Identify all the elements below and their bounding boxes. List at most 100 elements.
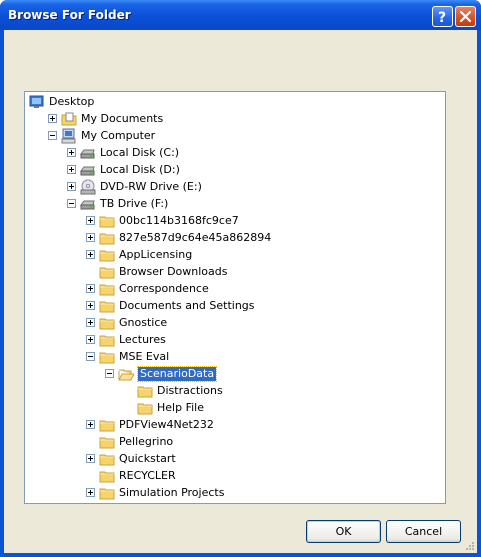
tree-item[interactable]: 827e587d9c64e45a862894 [86, 230, 445, 246]
tree-item-label: DVD-RW Drive (E:) [100, 180, 202, 193]
folder-icon [99, 471, 115, 483]
tree-item-label: My Documents [81, 112, 164, 125]
folder-icon [99, 352, 115, 364]
tree-item[interactable]: My Computer [48, 128, 428, 144]
tree-item[interactable]: Local Disk (C:) [67, 145, 445, 161]
folder-icon [137, 386, 153, 398]
expand-icon[interactable] [86, 216, 95, 225]
tree-item-label: PDFView4Net232 [119, 418, 214, 431]
tree-item-label: MSE Eval [119, 350, 170, 363]
close-button[interactable] [455, 6, 476, 27]
expand-icon[interactable] [48, 114, 57, 123]
folder-icon [99, 335, 115, 347]
tree-item-label: Gnostice [119, 316, 168, 329]
help-button[interactable]: ? [432, 6, 453, 27]
tree-item[interactable]: TB Drive (F:) [67, 196, 445, 212]
tree-item-label: Browser Downloads [119, 265, 228, 278]
tree-item-label: Lectures [119, 333, 166, 346]
svg-text:?: ? [438, 10, 446, 26]
tree-item[interactable]: Correspondence [86, 281, 445, 297]
drive-icon [80, 200, 95, 210]
folder-icon [99, 488, 115, 500]
tree-item-label: Desktop [49, 95, 95, 108]
tree-item[interactable]: AppLicensing [86, 247, 445, 263]
expand-icon[interactable] [86, 284, 95, 293]
tree-item[interactable]: Simulation Projects [86, 485, 445, 501]
tree-item[interactable]: PDFView4Net232 [86, 417, 445, 433]
resize-grip-icon[interactable] [465, 541, 475, 551]
computer-icon [61, 128, 76, 144]
desktop-icon [29, 95, 44, 108]
tree-item[interactable]: MSE Eval [86, 349, 445, 365]
tree-item-label: Local Disk (D:) [100, 163, 180, 176]
tree-item[interactable]: DVD-RW Drive (E:) [67, 179, 445, 195]
tree-item[interactable]: 00bc114b3168fc9ce7 [86, 213, 445, 229]
folder-icon [99, 420, 115, 432]
folder-icon [99, 216, 115, 228]
tree-item[interactable]: Lectures [86, 332, 445, 348]
tree-item[interactable]: My Documents [48, 111, 428, 127]
open-folder-icon [118, 369, 134, 381]
expand-icon[interactable] [86, 335, 95, 344]
tree-item-label: Correspondence [119, 282, 209, 295]
tree-item-label: 00bc114b3168fc9ce7 [119, 214, 239, 227]
expand-icon[interactable] [86, 318, 95, 327]
tree-item[interactable]: Help File [124, 400, 445, 416]
tree-item[interactable]: Pellegrino [86, 434, 445, 450]
tree-item-label: Simulation Projects [119, 486, 225, 499]
expand-icon[interactable] [86, 250, 95, 259]
folder-icon [99, 267, 115, 279]
tree-item-label: Documents and Settings [119, 299, 255, 312]
folder-icon [99, 318, 115, 330]
tree-item-label: TB Drive (F:) [100, 197, 169, 210]
expand-icon[interactable] [67, 182, 76, 191]
folder-icon [99, 454, 115, 466]
tree-item-label: My Computer [81, 129, 156, 142]
tree-item[interactable]: Distractions [124, 383, 445, 399]
tree-item-label: Distractions [157, 384, 223, 397]
collapse-icon[interactable] [86, 352, 95, 361]
tree-item-label: RECYCLER [119, 469, 176, 482]
tree-item[interactable]: RECYCLER [86, 468, 445, 484]
folder-icon [99, 233, 115, 245]
folder-icon [99, 301, 115, 313]
drive-icon [80, 149, 95, 159]
tree-item[interactable]: Gnostice [86, 315, 445, 331]
expand-icon[interactable] [86, 488, 95, 497]
tree-item[interactable]: Local Disk (D:) [67, 162, 445, 178]
cancel-button[interactable]: Cancel [386, 520, 461, 543]
tree-item-label: Local Disk (C:) [100, 146, 180, 159]
folder-icon [99, 284, 115, 296]
expand-icon[interactable] [86, 301, 95, 310]
tree-item[interactable]: Browser Downloads [86, 264, 445, 280]
tree-item[interactable]: Quickstart [86, 451, 445, 467]
close-icon [459, 10, 472, 23]
tree-item-label: ScenarioData [136, 366, 218, 382]
drive-icon [80, 166, 95, 176]
tree-item[interactable]: Documents and Settings [86, 298, 445, 314]
expand-icon[interactable] [86, 420, 95, 429]
expand-icon[interactable] [86, 233, 95, 242]
expand-icon[interactable] [67, 148, 76, 157]
tree-item[interactable]: ScenarioData [105, 366, 445, 382]
tree-item-label: AppLicensing [119, 248, 193, 261]
ok-button[interactable]: OK [306, 520, 381, 543]
folder-icon [99, 437, 115, 449]
folder-tree[interactable]: Desktop My Documents My Computer Local Disk… [24, 91, 446, 504]
folder-icon [137, 403, 153, 415]
title-bar[interactable]: Browse For Folder ? [0, 0, 481, 30]
tree-item-label: 827e587d9c64e45a862894 [119, 231, 272, 244]
documents-folder-icon [61, 112, 77, 126]
tree-item[interactable]: Desktop [29, 94, 409, 110]
browse-folder-dialog: Browse For Folder ? Desktop My Documents M… [0, 0, 481, 557]
collapse-icon[interactable] [48, 131, 57, 140]
collapse-icon[interactable] [67, 199, 76, 208]
tree-item-label: Pellegrino [119, 435, 174, 448]
dialog-title: Browse For Folder [8, 8, 131, 22]
expand-icon[interactable] [86, 454, 95, 463]
expand-icon[interactable] [67, 165, 76, 174]
folder-icon [99, 250, 115, 262]
dvd-icon [80, 179, 96, 195]
tree-item-label: Help File [157, 401, 204, 414]
collapse-icon[interactable] [105, 369, 114, 378]
